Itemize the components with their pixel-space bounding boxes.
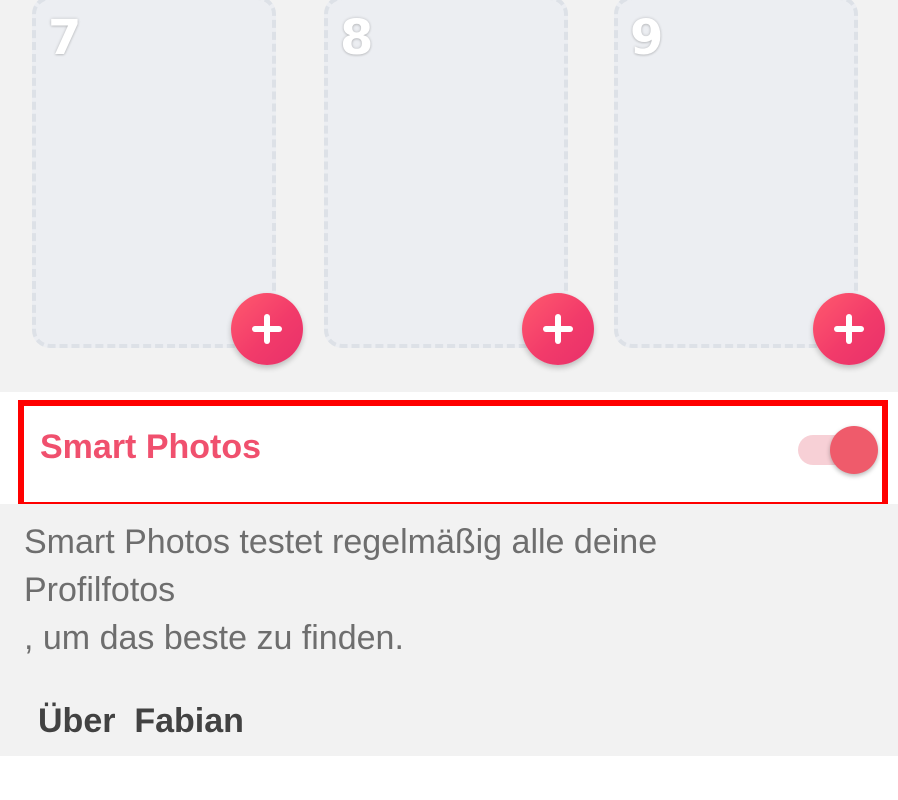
about-section-title: Über Fabian [38,702,244,740]
plus-icon [252,314,282,344]
slot-number: 9 [630,10,664,66]
photo-grid: 7 8 9 [0,0,898,392]
description-line: Smart Photos testet regelmäßig alle dein… [24,523,658,561]
photo-slot-8[interactable]: 8 [324,0,568,348]
slot-number: 7 [48,10,82,66]
smart-photos-toggle[interactable] [798,426,880,474]
plus-icon [543,314,573,344]
photo-slot-7[interactable]: 7 [32,0,276,348]
toggle-knob [830,426,878,474]
description-line: Profilfotos [24,571,176,609]
add-photo-button-9[interactable] [813,293,885,365]
plus-icon [834,314,864,344]
description-line: , um das beste zu finden. [24,619,404,657]
add-photo-button-8[interactable] [522,293,594,365]
smart-photos-description: Smart Photos testet regelmäßig alle dein… [24,518,864,662]
smart-photos-label: Smart Photos [40,428,262,466]
photo-slot-9[interactable]: 9 [614,0,858,348]
add-photo-button-7[interactable] [231,293,303,365]
slot-number: 8 [340,10,374,66]
